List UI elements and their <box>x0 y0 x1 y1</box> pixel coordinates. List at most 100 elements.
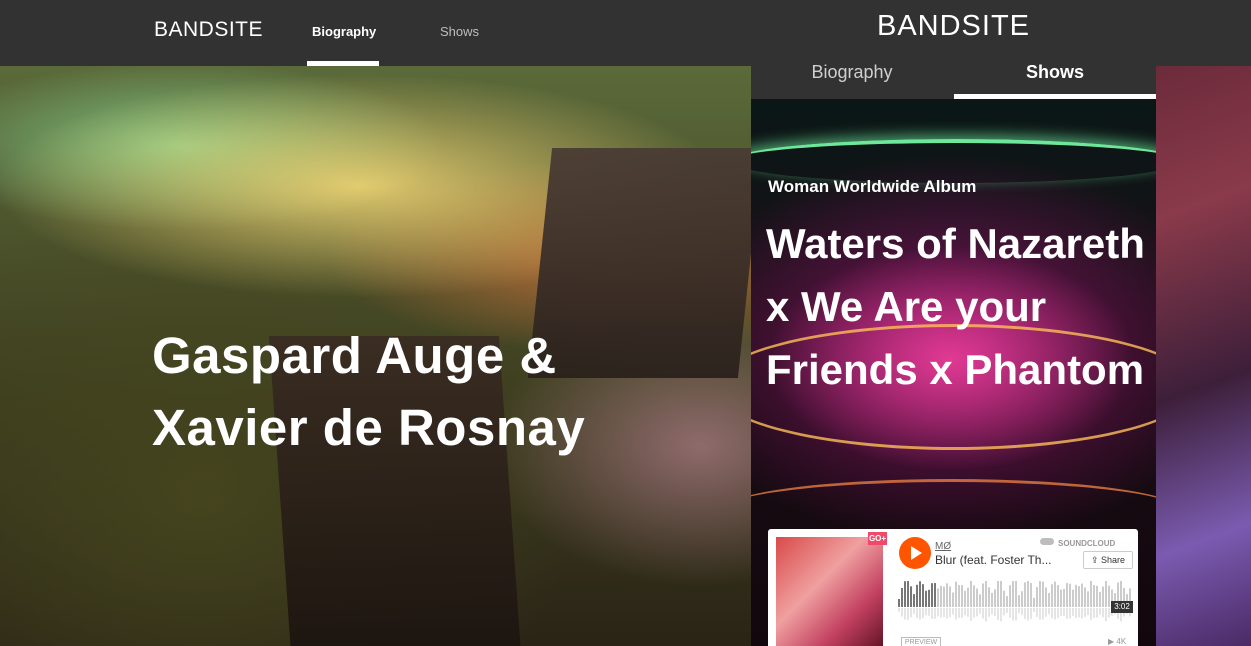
waveform-bar <box>1048 593 1050 607</box>
play-count-value: 4K <box>1116 637 1127 646</box>
waveform-bar <box>1105 581 1107 607</box>
desktop-hero: Gaspard Auge & Xavier de Rosnay <box>0 66 751 646</box>
waveform-bar <box>937 588 939 607</box>
share-button[interactable]: ⇪ Share <box>1083 551 1133 569</box>
waveform-reflection-bar <box>970 608 972 621</box>
waveform-bar <box>1108 585 1110 607</box>
waveform-reflection-bar <box>925 608 927 616</box>
waveform-bar <box>943 586 945 607</box>
track-title[interactable]: Blur (feat. Foster Th... <box>935 553 1051 567</box>
waveform-reflection-bar <box>1006 608 1008 613</box>
waveform-bar <box>913 594 915 607</box>
waveform-reflection-bar <box>988 608 990 617</box>
waveform-reflection-bar <box>1081 608 1083 619</box>
waveform-reflection-bar <box>1042 608 1044 620</box>
waveform-bar <box>901 587 903 607</box>
waveform-reflection-bar <box>973 608 975 618</box>
waveform-bar <box>934 583 936 607</box>
desktop-hero-title: Gaspard Auge & Xavier de Rosnay <box>152 327 586 456</box>
waveform-reflection-bar <box>979 608 981 614</box>
waveform-reflection-bar <box>1099 608 1101 615</box>
waveform[interactable] <box>898 581 1133 623</box>
waveform-reflection-bar <box>940 608 942 618</box>
waveform-reflection-bar <box>952 608 954 615</box>
waveform-reflection-bar <box>904 608 906 620</box>
waveform-bar <box>988 587 990 607</box>
background-strip <box>1156 66 1251 646</box>
waveform-reflection-bar <box>1075 608 1077 618</box>
play-button[interactable] <box>899 537 931 569</box>
share-icon: ⇪ <box>1090 555 1101 565</box>
waveform-reflection-bar <box>1015 608 1017 621</box>
waveform-bar <box>1099 591 1101 607</box>
waveform-reflection-bar <box>1012 608 1014 621</box>
waveform-bar <box>997 581 999 607</box>
waveform-bar <box>1006 596 1008 607</box>
waveform-bar <box>958 585 960 607</box>
waveform-bar <box>976 588 978 607</box>
waveform-reflection-bar <box>1057 608 1059 618</box>
waveform-bar <box>991 592 993 607</box>
waveform-reflection-bar <box>1063 608 1065 617</box>
mobile-logo[interactable]: BANDSITE <box>751 10 1156 43</box>
play-count: ▶ 4K <box>1108 637 1127 646</box>
waveform-reflection-bar <box>1033 608 1035 613</box>
waveform-bar <box>1081 583 1083 607</box>
preview-label: PREVIEW <box>901 637 941 646</box>
desktop-tab-shows[interactable]: Shows <box>440 24 479 39</box>
waveform-reflection-bar <box>1003 608 1005 616</box>
mobile-nav: Biography Shows <box>751 56 1156 99</box>
waveform-bar <box>1093 585 1095 607</box>
waveform-reflection-bar <box>910 608 912 618</box>
waveform-bar <box>955 581 957 607</box>
waveform-bar <box>1102 586 1104 607</box>
waveform-bar <box>1084 587 1086 607</box>
waveform-bar <box>898 599 900 607</box>
waveform-reflection-bar <box>907 608 909 620</box>
desktop-logo[interactable]: BANDSITE <box>154 18 263 42</box>
waveform-bar <box>1078 586 1080 607</box>
waveform-bar <box>1090 581 1092 607</box>
mobile-view: BANDSITE Biography Shows Woman Worldwide… <box>751 0 1156 646</box>
mobile-tab-biography[interactable]: Biography <box>751 62 953 83</box>
waveform-reflection-bar <box>1045 608 1047 617</box>
waveform-bar <box>916 584 918 607</box>
waveform-bar <box>1027 581 1029 607</box>
waveform-bar <box>1060 589 1062 607</box>
waveform-reflection-bar <box>1024 608 1026 620</box>
waveform-bar <box>1063 588 1065 607</box>
waveform-bar <box>1096 585 1098 607</box>
waveform-bar <box>1087 591 1089 607</box>
waveform-reflection-bar <box>949 608 951 618</box>
waveform-bar <box>1009 585 1011 607</box>
waveform-reflection-bar <box>1000 608 1002 622</box>
waveform-reflection-bar <box>928 608 930 616</box>
waveform-bar <box>946 583 948 607</box>
desktop-tab-biography[interactable]: Biography <box>312 24 376 39</box>
waveform-bar <box>1012 581 1014 607</box>
waveform-reflection-bar <box>1102 608 1104 618</box>
waveform-reflection-bar <box>913 608 915 614</box>
track-artist[interactable]: MØ <box>935 541 951 552</box>
waveform-bar <box>949 586 951 607</box>
album-art[interactable] <box>776 537 883 646</box>
waveform-bar <box>1018 595 1020 607</box>
waveform-bar <box>907 581 909 607</box>
waveform-reflection-bar <box>946 608 948 619</box>
waveform-bar <box>1003 590 1005 607</box>
waveform-reflection-bar <box>1096 608 1098 618</box>
waveform-bar <box>1042 581 1044 607</box>
soundcloud-brand[interactable]: SOUNDCLOUD <box>1058 539 1115 548</box>
mobile-tab-shows[interactable]: Shows <box>954 62 1156 83</box>
waveform-bar <box>979 594 981 607</box>
waveform-reflection-bar <box>1060 608 1062 616</box>
waveform-bar <box>904 581 906 607</box>
waveform-reflection-bar <box>922 608 924 619</box>
waveform-reflection-bar <box>1069 608 1071 619</box>
waveform-bar <box>994 589 996 607</box>
soundcloud-widget: GO+ MØ Blur (feat. Foster Th... SOUNDCLO… <box>768 529 1138 646</box>
waveform-reflection-bar <box>1018 608 1020 614</box>
waveform-bar <box>952 592 954 607</box>
waveform-reflection-bar <box>964 608 966 616</box>
waveform-reflection-bar <box>1090 608 1092 620</box>
